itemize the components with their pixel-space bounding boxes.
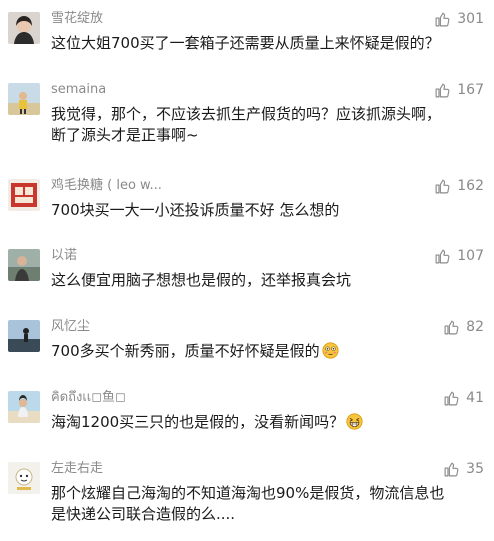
comment-text: 海淘1200买三只的也是假的，没看新闻吗？ (51, 412, 481, 433)
like-button[interactable]: 107 (434, 247, 484, 265)
comment-text: 我觉得，那个，不应该去抓生产假货的吗？应该抓源头啊， 断了源头才是正事啊~ (51, 104, 481, 146)
like-count: 162 (457, 178, 484, 194)
thumbs-up-icon (434, 248, 451, 265)
avatar[interactable] (8, 12, 40, 44)
avatar[interactable] (8, 462, 40, 494)
like-button[interactable]: 162 (434, 177, 484, 195)
like-count: 41 (466, 390, 484, 406)
avatar[interactable] (8, 179, 40, 211)
username[interactable]: 以诺 (51, 247, 77, 265)
flushed-face-icon (322, 342, 339, 359)
thumbs-up-icon (443, 461, 460, 478)
comment-list: 雪花绽放 301 这位大姐700买了一套箱子还需要从质量上来怀疑是假的？ sem… (0, 0, 494, 541)
comment-text: 700块买一大一小还投诉质量不好 怎么想的 (51, 201, 340, 219)
like-button[interactable]: 35 (443, 460, 484, 478)
like-button[interactable]: 301 (434, 10, 484, 28)
avatar[interactable] (8, 320, 40, 352)
comment-text-line: 是快递公司联合造假的么.... (51, 505, 236, 523)
avatar[interactable] (8, 249, 40, 281)
thumbs-up-icon (443, 319, 460, 336)
comment-text: 这么便宜用脑子想想也是假的，还举报真会坑 (51, 271, 352, 289)
thumbs-up-icon (434, 11, 451, 28)
comment-text: 这位大姐700买了一套箱子还需要从质量上来怀疑是假的？ (51, 34, 440, 52)
avatar[interactable] (8, 391, 40, 423)
comment-text-line: 我觉得，那个，不应该去抓生产假货的吗？应该抓源头啊， (51, 105, 442, 123)
like-button[interactable]: 82 (443, 318, 484, 336)
comment-text: 700多买个新秀丽，质量不好怀疑是假的 (51, 341, 481, 362)
thumbs-up-icon (443, 390, 460, 407)
thumbs-up-icon (434, 82, 451, 99)
username[interactable]: คิดถึงเเ◻鱼◻ (51, 389, 126, 407)
username[interactable]: 鸡毛换糖 ( leo w... (51, 177, 162, 195)
comment-text-line: 那个炫耀自己海淘的不知道海淘也90%是假货，物流信息也 (51, 484, 445, 502)
thumbs-up-icon (434, 178, 451, 195)
grinning-face-icon (346, 413, 363, 430)
comment-text-line: 断了源头才是正事啊~ (51, 126, 199, 144)
like-button[interactable]: 167 (434, 81, 484, 99)
like-count: 107 (457, 248, 484, 264)
like-count: 82 (466, 319, 484, 335)
like-count: 35 (466, 461, 484, 477)
like-button[interactable]: 41 (443, 389, 484, 407)
username[interactable]: semaina (51, 81, 106, 99)
comment-text: 那个炫耀自己海淘的不知道海淘也90%是假货，物流信息也 是快递公司联合造假的么.… (51, 483, 481, 525)
username[interactable]: 左走右走 (51, 460, 103, 478)
comment-text-body: 700多买个新秀丽，质量不好怀疑是假的 (51, 342, 320, 360)
avatar[interactable] (8, 83, 40, 115)
like-count: 301 (457, 11, 484, 27)
username[interactable]: 风忆尘 (51, 318, 90, 336)
username[interactable]: 雪花绽放 (51, 10, 103, 28)
like-count: 167 (457, 82, 484, 98)
comment-text-body: 海淘1200买三只的也是假的，没看新闻吗？ (51, 413, 345, 431)
